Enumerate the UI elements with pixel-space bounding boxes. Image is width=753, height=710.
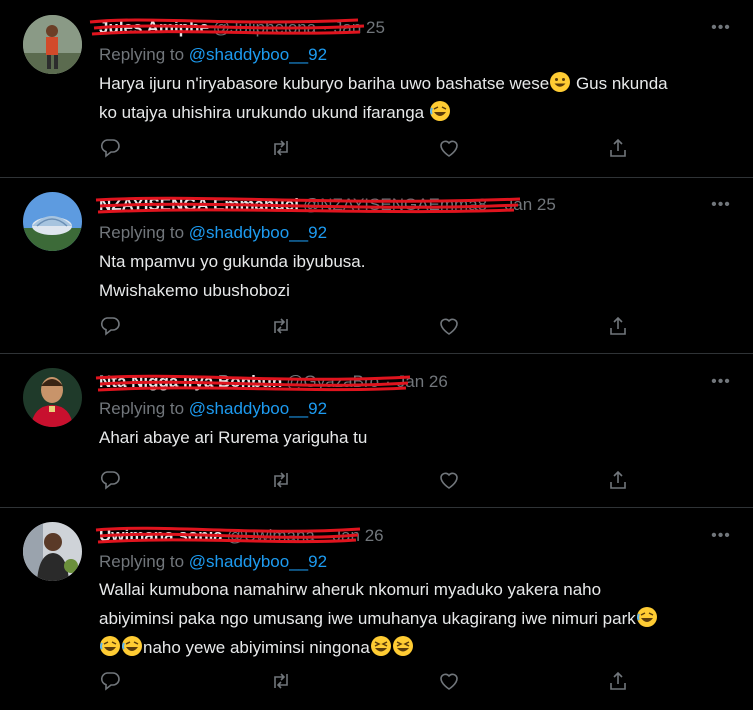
tweet-header: Nta Nigga Irya Bonbun @GyazaBro · Jan 26 (99, 370, 448, 394)
tweet-text-line: Harya ijuru n'iryabasore kuburyo bariha … (99, 74, 550, 93)
separator-dot: · (320, 526, 327, 545)
replying-to: Replying to @shaddyboo__92 (99, 223, 327, 243)
tweet-text-line: Gus nkunda (571, 74, 668, 93)
tweet[interactable]: Uwimana sonia @Uwimana · Jan 26 ••• Repl… (0, 508, 753, 710)
rofl-emoji-icon (122, 636, 142, 656)
replying-to: Replying to @shaddyboo__92 (99, 45, 327, 65)
author-name[interactable]: NZAYISENGA Emmanuel (99, 195, 299, 215)
share-icon[interactable] (607, 137, 629, 159)
tweet-text-line: Nta mpamvu yo gukunda ibyubusa. (99, 252, 366, 271)
tweet-text-line: naho yewe abiyiminsi ningona (143, 638, 370, 657)
author-name[interactable]: Nta Nigga Irya Bonbun (99, 372, 282, 392)
replying-to-label: Replying to (99, 399, 189, 418)
avatar[interactable] (23, 368, 82, 427)
replying-to: Replying to @shaddyboo__92 (99, 552, 327, 572)
like-icon[interactable] (438, 469, 460, 491)
tweet[interactable]: NZAYISENGA Emmanuel @NZAYISENGAEmma8 · J… (0, 178, 753, 354)
like-icon[interactable] (438, 315, 460, 337)
author-name[interactable]: Uwimana sonia (99, 526, 223, 546)
tweet-actions (99, 137, 639, 159)
avatar[interactable] (23, 192, 82, 251)
tweet-actions (99, 670, 639, 692)
retweet-icon[interactable] (270, 315, 292, 337)
avatar[interactable] (23, 15, 82, 74)
tweet-actions (99, 315, 639, 337)
tweet-text-line: Ahari abaye ari Rurema yariguha tu (99, 428, 368, 447)
replying-to-label: Replying to (99, 223, 189, 242)
retweet-icon[interactable] (270, 469, 292, 491)
like-icon[interactable] (438, 670, 460, 692)
author-name[interactable]: Jules Amiphe (99, 18, 209, 38)
grinning-squint-emoji-icon (370, 636, 391, 656)
share-icon[interactable] (607, 315, 629, 337)
mention-link[interactable]: @shaddyboo__92 (189, 399, 327, 418)
tweet-text: Harya ijuru n'iryabasore kuburyo bariha … (99, 69, 714, 127)
share-icon[interactable] (607, 670, 629, 692)
more-options-icon[interactable]: ••• (711, 373, 731, 393)
replying-to: Replying to @shaddyboo__92 (99, 399, 327, 419)
retweet-icon[interactable] (270, 137, 292, 159)
more-options-icon[interactable]: ••• (711, 196, 731, 216)
author-handle[interactable]: @GyazaBro (286, 372, 379, 392)
replying-to-label: Replying to (99, 552, 189, 571)
tweet-date[interactable]: Jan 26 (333, 526, 384, 546)
rofl-emoji-icon (636, 607, 657, 627)
separator-dot: · (493, 195, 499, 214)
tweet-text: Wallai kumubona namahirw aheruk nkomuri … (99, 575, 714, 662)
tweet-date[interactable]: Jan 25 (505, 195, 556, 215)
replying-to-label: Replying to (99, 45, 189, 64)
mention-link[interactable]: @shaddyboo__92 (189, 552, 327, 571)
grinning-squint-emoji-icon (392, 636, 413, 656)
tweet-actions (99, 469, 639, 491)
tweet-date[interactable]: Jan 26 (397, 372, 448, 392)
reply-icon[interactable] (99, 670, 121, 692)
share-icon[interactable] (607, 469, 629, 491)
author-handle[interactable]: @Uwimana (227, 526, 315, 546)
tweet-text-line: abiyiminsi paka ngo umusang iwe umuhanya… (99, 609, 636, 628)
tweet-text: Nta mpamvu yo gukunda ibyubusa. Mwishake… (99, 247, 714, 305)
author-handle[interactable]: @Juliphelona (213, 18, 316, 38)
tweet[interactable]: Jules Amiphe @Juliphelona · Jan 25 ••• R… (0, 0, 753, 178)
avatar[interactable] (23, 522, 82, 581)
tweet-header: Uwimana sonia @Uwimana · Jan 26 (99, 524, 384, 548)
tweet[interactable]: Nta Nigga Irya Bonbun @GyazaBro · Jan 26… (0, 354, 753, 508)
tweet-header: NZAYISENGA Emmanuel @NZAYISENGAEmma8 · J… (99, 193, 556, 217)
like-icon[interactable] (438, 137, 460, 159)
tweet-text-line: Wallai kumubona namahirw aheruk nkomuri … (99, 580, 602, 599)
reply-icon[interactable] (99, 469, 121, 491)
rofl-emoji-icon (429, 101, 450, 121)
tweet-date[interactable]: Jan 25 (334, 18, 385, 38)
author-handle[interactable]: @NZAYISENGAEmma8 (303, 195, 487, 215)
tweet-text: Ahari abaye ari Rurema yariguha tu (99, 423, 714, 452)
separator-dot: · (322, 18, 328, 37)
more-options-icon[interactable]: ••• (711, 19, 731, 39)
rofl-emoji-icon (100, 636, 120, 656)
reply-icon[interactable] (99, 315, 121, 337)
separator-dot: · (385, 372, 391, 391)
reply-icon[interactable] (99, 137, 121, 159)
tweet-header: Jules Amiphe @Juliphelona · Jan 25 (99, 16, 385, 40)
tweet-text-line: Mwishakemo ubushobozi (99, 281, 290, 300)
more-options-icon[interactable]: ••• (711, 527, 731, 547)
retweet-icon[interactable] (270, 670, 292, 692)
mention-link[interactable]: @shaddyboo__92 (189, 45, 327, 64)
tweet-text-line: ko utajya uhishira urukundo ukund ifaran… (99, 103, 429, 122)
mention-link[interactable]: @shaddyboo__92 (189, 223, 327, 242)
smiley-emoji-icon (550, 72, 571, 92)
